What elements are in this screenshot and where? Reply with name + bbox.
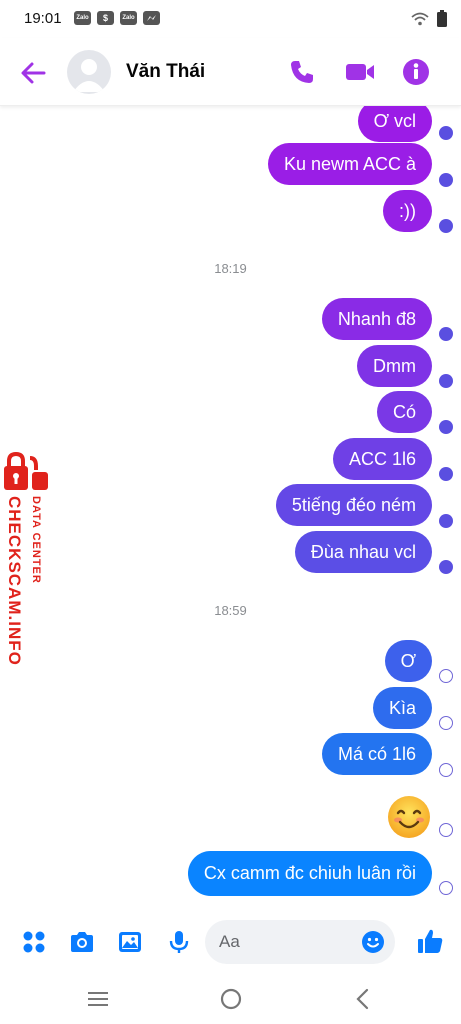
message-timestamp: 18:19 xyxy=(214,261,247,276)
message-input-placeholder: Aa xyxy=(219,932,240,951)
photo-gallery-icon[interactable] xyxy=(117,929,143,955)
seen-receipt-icon xyxy=(439,219,453,233)
message-list[interactable]: Ơ vcl Ku newm ACC à :)) 18:19 Nhanh đ8 D… xyxy=(0,106,461,912)
message-bubble[interactable]: Có xyxy=(376,391,432,433)
message-bubble[interactable]: :)) xyxy=(383,190,432,232)
seen-receipt-icon xyxy=(439,420,453,434)
smiling-face-emoji[interactable] xyxy=(386,794,432,840)
shop-notification-icon: $ xyxy=(97,11,114,25)
back-arrow-icon[interactable] xyxy=(18,58,48,88)
grid-menu-icon[interactable] xyxy=(21,929,47,955)
wifi-icon xyxy=(411,12,429,25)
message-bubble[interactable]: Ku newm ACC à xyxy=(267,143,432,185)
message-bubble[interactable]: 5tiếng đéo ném xyxy=(275,484,432,526)
video-call-icon[interactable] xyxy=(344,57,376,87)
seen-receipt-icon xyxy=(439,173,453,187)
sent-receipt-icon xyxy=(439,881,453,895)
notification-icons: Zalo $ Zalo xyxy=(74,11,160,25)
message-bubble[interactable]: Kìa xyxy=(372,687,432,729)
phone-call-icon[interactable] xyxy=(287,57,317,87)
message-bubble[interactable]: Ơ vcl xyxy=(357,106,432,142)
message-bubble[interactable]: Má có 1l6 xyxy=(321,733,432,775)
contact-name[interactable]: Văn Thái xyxy=(126,61,205,83)
padlock-icon xyxy=(4,452,48,490)
watermark-title: CHECKSCAM.INFO xyxy=(5,496,24,666)
message-composer: Aa xyxy=(0,912,461,974)
battery-icon xyxy=(437,10,447,27)
android-nav-bar xyxy=(0,974,461,1024)
camera-icon[interactable] xyxy=(68,929,96,955)
zalo-notification-icon: Zalo xyxy=(74,11,91,25)
message-bubble[interactable]: ACC 1l6 xyxy=(332,438,432,480)
sent-receipt-icon xyxy=(439,823,453,837)
contact-avatar[interactable] xyxy=(67,50,111,94)
message-bubble[interactable]: Nhanh đ8 xyxy=(321,298,432,340)
message-bubble[interactable]: Cx camm đc chiuh luân rồi xyxy=(187,851,432,896)
thumbs-up-icon[interactable] xyxy=(416,927,444,955)
status-time: 19:01 xyxy=(24,10,62,27)
sent-receipt-icon xyxy=(439,763,453,777)
seen-receipt-icon xyxy=(439,327,453,341)
seen-receipt-icon xyxy=(439,560,453,574)
sent-receipt-icon xyxy=(439,716,453,730)
seen-receipt-icon xyxy=(439,374,453,388)
home-button-icon[interactable] xyxy=(220,988,242,1010)
message-input[interactable]: Aa xyxy=(205,920,395,964)
message-bubble[interactable]: Dmm xyxy=(357,345,432,387)
sent-receipt-icon xyxy=(439,669,453,683)
microphone-icon[interactable] xyxy=(166,929,192,955)
back-nav-icon[interactable] xyxy=(354,988,370,1010)
message-bubble[interactable]: Đùa nhau vcl xyxy=(294,531,432,573)
status-bar: 19:01 Zalo $ Zalo xyxy=(0,0,461,38)
recent-apps-icon[interactable] xyxy=(87,990,109,1008)
status-right xyxy=(411,10,447,27)
zalo-notification-icon-2: Zalo xyxy=(120,11,137,25)
info-icon[interactable] xyxy=(402,58,430,86)
checkscam-watermark: DATA CENTER CHECKSCAM.INFO xyxy=(0,452,54,682)
emoji-picker-icon[interactable] xyxy=(361,930,385,954)
seen-receipt-icon xyxy=(439,126,453,140)
seen-receipt-icon xyxy=(439,467,453,481)
watermark-subtitle: DATA CENTER xyxy=(30,496,42,584)
messenger-notification-icon xyxy=(143,11,160,25)
chat-header: Văn Thái xyxy=(0,38,461,106)
message-bubble[interactable]: Ơ xyxy=(384,640,432,682)
seen-receipt-icon xyxy=(439,514,453,528)
message-timestamp: 18:59 xyxy=(214,603,247,618)
